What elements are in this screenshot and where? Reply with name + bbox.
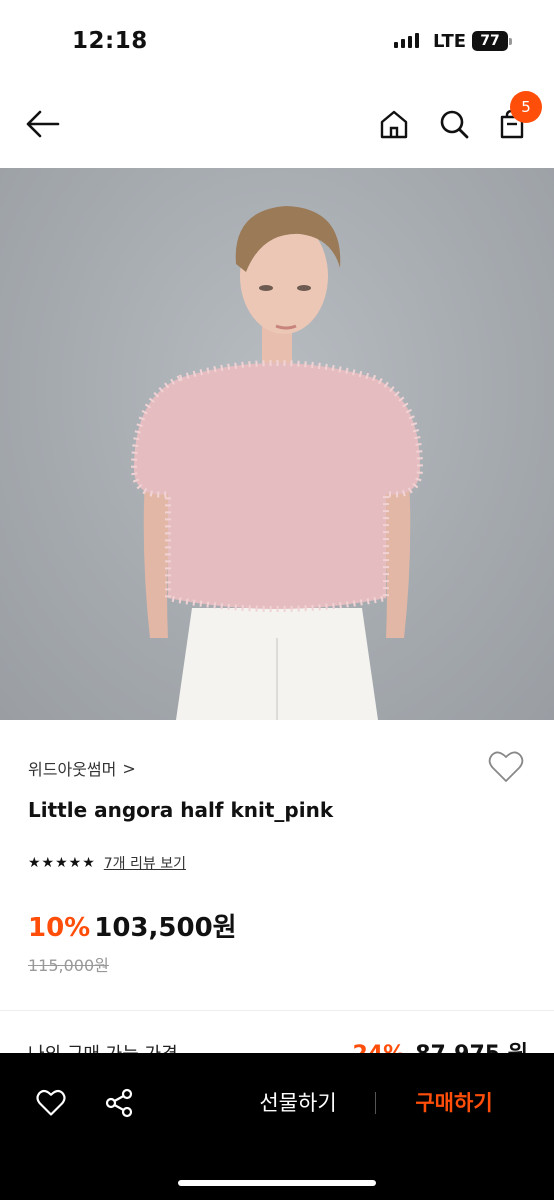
- cart-count-badge: 5: [510, 91, 542, 123]
- my-price-label: 나의 구매 가능 가격: [28, 1038, 178, 1054]
- sale-price: 103,500원: [94, 913, 237, 943]
- share-icon: [105, 1088, 133, 1118]
- network-label: LTE: [433, 31, 467, 52]
- divider: [375, 1092, 376, 1114]
- arrow-left-icon: [26, 110, 60, 138]
- review-link[interactable]: 7개 리뷰 보기: [104, 853, 186, 873]
- search-icon: [440, 110, 469, 139]
- star-rating: ★★★★★: [28, 855, 96, 871]
- signal-icon: [394, 33, 419, 48]
- search-button[interactable]: [434, 104, 474, 144]
- product-image[interactable]: [0, 168, 554, 720]
- divider: [0, 1010, 554, 1011]
- home-button[interactable]: [374, 104, 414, 144]
- gift-button[interactable]: 선물하기: [230, 1083, 366, 1123]
- discount-rate: 10%: [28, 913, 91, 943]
- status-time: 12:18: [72, 28, 148, 54]
- chevron-right-icon: >: [122, 758, 136, 778]
- bottom-wishlist-button[interactable]: [31, 1083, 71, 1123]
- buy-button[interactable]: 구매하기: [392, 1083, 516, 1123]
- my-price-value: 24%87,975 원: [353, 1038, 528, 1054]
- heart-icon: [488, 751, 524, 782]
- top-navigation: [0, 84, 554, 168]
- brand-name: 위드아웃썸머: [28, 760, 117, 779]
- product-photo: [130, 206, 424, 720]
- status-bar: 12:18 LTE 77: [0, 0, 554, 84]
- brand-link[interactable]: 위드아웃썸머 >: [28, 756, 136, 780]
- wishlist-button[interactable]: [488, 750, 524, 788]
- product-title: Little angora half knit_pink: [28, 798, 334, 822]
- original-price: 115,000원: [28, 956, 109, 975]
- my-price-row[interactable]: 나의 구매 가능 가격 24%87,975 원: [28, 1038, 528, 1054]
- share-button[interactable]: [99, 1083, 139, 1123]
- rating-row: ★★★★★ 7개 리뷰 보기: [28, 853, 186, 873]
- heart-icon: [36, 1089, 66, 1116]
- bottom-action-bar: 선물하기 구매하기: [0, 1053, 554, 1200]
- battery-icon: 77: [472, 31, 512, 51]
- home-indicator[interactable]: [178, 1180, 376, 1186]
- home-icon: [380, 110, 408, 139]
- price-row: 10% 103,500원: [28, 907, 237, 944]
- back-button[interactable]: [22, 104, 62, 144]
